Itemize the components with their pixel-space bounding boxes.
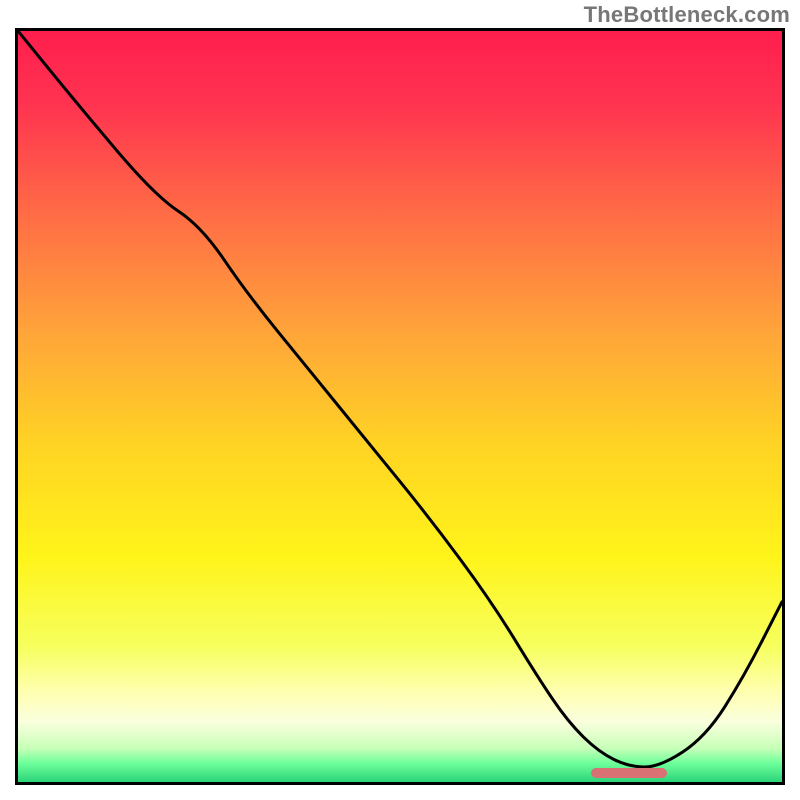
watermark-text: TheBottleneck.com	[584, 2, 790, 28]
chart-container: TheBottleneck.com	[0, 0, 800, 800]
plot-area	[15, 28, 785, 785]
line-curve	[18, 31, 782, 782]
optimal-marker	[591, 768, 667, 778]
